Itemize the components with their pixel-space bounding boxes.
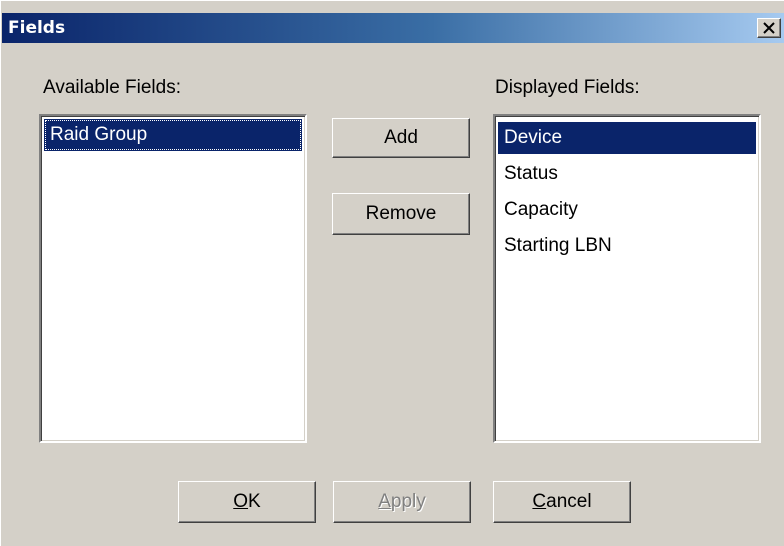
remove-button-label: Remove [365, 203, 437, 224]
available-fields-label: Available Fields: [43, 77, 182, 98]
cancel-label-rest: ancel [546, 491, 592, 512]
add-button[interactable]: Add [332, 118, 470, 158]
list-item[interactable]: Starting LBN [498, 230, 756, 262]
displayed-fields-label: Displayed Fields: [495, 77, 640, 98]
close-icon [763, 22, 775, 34]
ok-button[interactable]: OK [178, 481, 316, 523]
apply-label-rest: pply [390, 491, 426, 512]
close-button[interactable] [757, 18, 781, 38]
apply-button[interactable]: Apply [333, 481, 471, 523]
apply-button-label: Apply [378, 482, 426, 522]
list-item[interactable]: Raid Group [44, 119, 302, 151]
cancel-mnemonic: C [532, 491, 547, 512]
fields-dialog: Fields Available Fields: Displayed Field… [0, 0, 784, 546]
ok-mnemonic: O [233, 491, 249, 512]
ok-button-label: OK [233, 482, 260, 522]
cancel-button-label: Cancel [532, 482, 591, 522]
ok-label-rest: K [248, 491, 261, 512]
title-bar[interactable]: Fields [2, 13, 784, 43]
remove-button[interactable]: Remove [332, 193, 470, 235]
list-item[interactable]: Device [498, 122, 756, 154]
window-title: Fields [8, 18, 66, 38]
list-item[interactable]: Capacity [498, 194, 756, 226]
cancel-button[interactable]: Cancel [493, 481, 631, 523]
add-button-label: Add [384, 127, 418, 148]
available-fields-list[interactable]: Raid Group [39, 114, 307, 443]
displayed-fields-list[interactable]: Device Status Capacity Starting LBN [493, 114, 761, 443]
apply-mnemonic: A [378, 491, 391, 512]
list-item[interactable]: Status [498, 158, 756, 190]
